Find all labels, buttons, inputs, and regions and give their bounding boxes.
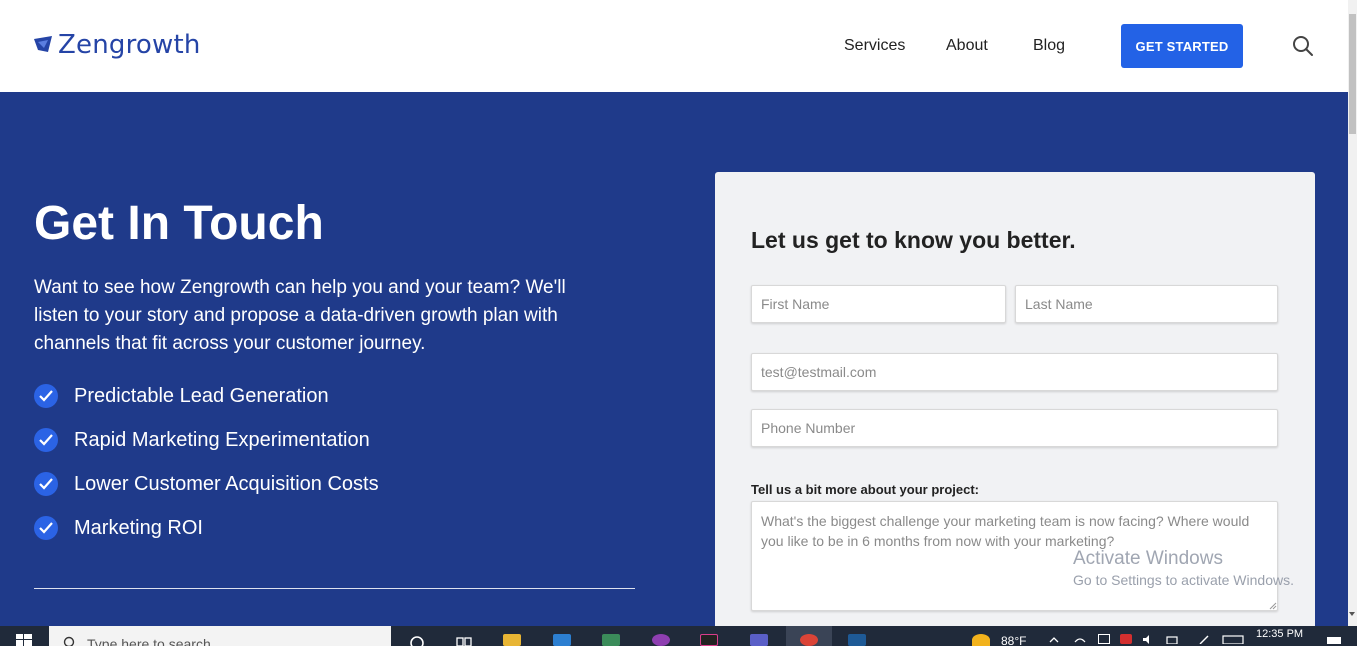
get-started-button[interactable]: GET STARTED: [1121, 24, 1243, 68]
chrome-icon[interactable]: [800, 634, 818, 646]
task-view-icon[interactable]: [455, 634, 473, 646]
watermark-title: Activate Windows: [1073, 548, 1223, 569]
taskbar-clock[interactable]: 12:35 PM: [1256, 628, 1303, 640]
antivirus-icon[interactable]: [1120, 634, 1132, 644]
hero-description: Want to see how Zengrowth can help you a…: [34, 277, 566, 354]
windows-start-icon[interactable]: [14, 634, 34, 646]
git-tool-icon[interactable]: [602, 634, 620, 646]
check-icon: [34, 428, 58, 452]
app-purple-icon[interactable]: [652, 634, 670, 646]
vscode-icon[interactable]: [553, 634, 571, 646]
divider: [34, 588, 635, 589]
wifi-icon[interactable]: [1074, 634, 1086, 644]
logo-text: Zengrowth: [58, 30, 201, 60]
scrollbar-thumb[interactable]: [1349, 14, 1356, 134]
taskbar-search[interactable]: Type here to search: [49, 626, 391, 646]
cortana-icon[interactable]: [408, 634, 426, 646]
pen-icon[interactable]: [1198, 634, 1210, 644]
weather-sun-icon[interactable]: [972, 634, 990, 646]
check-icon: [34, 516, 58, 540]
benefit-item: Marketing ROI: [34, 516, 203, 540]
notifications-icon[interactable]: [1326, 634, 1342, 644]
taskbar-search-placeholder: Type here to search: [87, 636, 211, 646]
watermark-subtitle: Go to Settings to activate Windows.: [1073, 572, 1294, 588]
page-scrollbar[interactable]: [1348, 0, 1357, 626]
benefit-item: Predictable Lead Generation: [34, 384, 329, 408]
benefit-label: Rapid Marketing Experimentation: [74, 428, 370, 451]
check-icon: [34, 384, 58, 408]
form-title: Let us get to know you better.: [751, 227, 1076, 253]
battery-icon[interactable]: [1098, 634, 1110, 644]
benefit-label: Predictable Lead Generation: [74, 384, 329, 407]
search-icon[interactable]: [1292, 35, 1314, 57]
os-taskbar: Type here to search 88°F 12:35 PM: [0, 626, 1357, 646]
chevron-up-icon[interactable]: [1048, 634, 1060, 644]
benefit-item: Rapid Marketing Experimentation: [34, 428, 370, 452]
intellij-icon[interactable]: [700, 634, 718, 646]
page-title: Get In Touch: [34, 197, 324, 250]
activation-watermark: Activate Windows Go to Settings to activ…: [1073, 548, 1294, 588]
benefit-label: Lower Customer Acquisition Costs: [74, 472, 379, 495]
weather-temperature[interactable]: 88°F: [1001, 634, 1026, 646]
logo-mark-icon: [34, 36, 52, 52]
search-icon: [63, 636, 75, 646]
mysql-workbench-icon[interactable]: [848, 634, 866, 646]
email-field[interactable]: [751, 353, 1278, 391]
benefit-label: Marketing ROI: [74, 516, 203, 539]
file-explorer-icon[interactable]: [503, 634, 521, 646]
check-icon: [34, 472, 58, 496]
benefit-item: Lower Customer Acquisition Costs: [34, 472, 379, 496]
logo[interactable]: Zengrowth: [34, 30, 201, 60]
scroll-down-icon[interactable]: [1349, 612, 1355, 616]
volume-muted-icon[interactable]: [1142, 634, 1154, 644]
keyboard-icon[interactable]: [1222, 634, 1244, 644]
phone-field[interactable]: [751, 409, 1278, 447]
nav-services[interactable]: Services: [844, 37, 905, 55]
network-icon[interactable]: [1166, 634, 1178, 644]
first-name-field[interactable]: [751, 285, 1006, 323]
teams-icon[interactable]: [750, 634, 768, 646]
last-name-field[interactable]: [1015, 285, 1278, 323]
resize-grip-icon[interactable]: [1269, 602, 1277, 610]
contact-hero: Get In Touch Want to see how Zengrowth c…: [0, 92, 1348, 642]
nav-blog[interactable]: Blog: [1033, 37, 1065, 55]
project-label: Tell us a bit more about your project:: [751, 482, 980, 497]
site-header: Zengrowth Services About Blog GET STARTE…: [0, 0, 1348, 92]
nav-about[interactable]: About: [946, 37, 988, 55]
